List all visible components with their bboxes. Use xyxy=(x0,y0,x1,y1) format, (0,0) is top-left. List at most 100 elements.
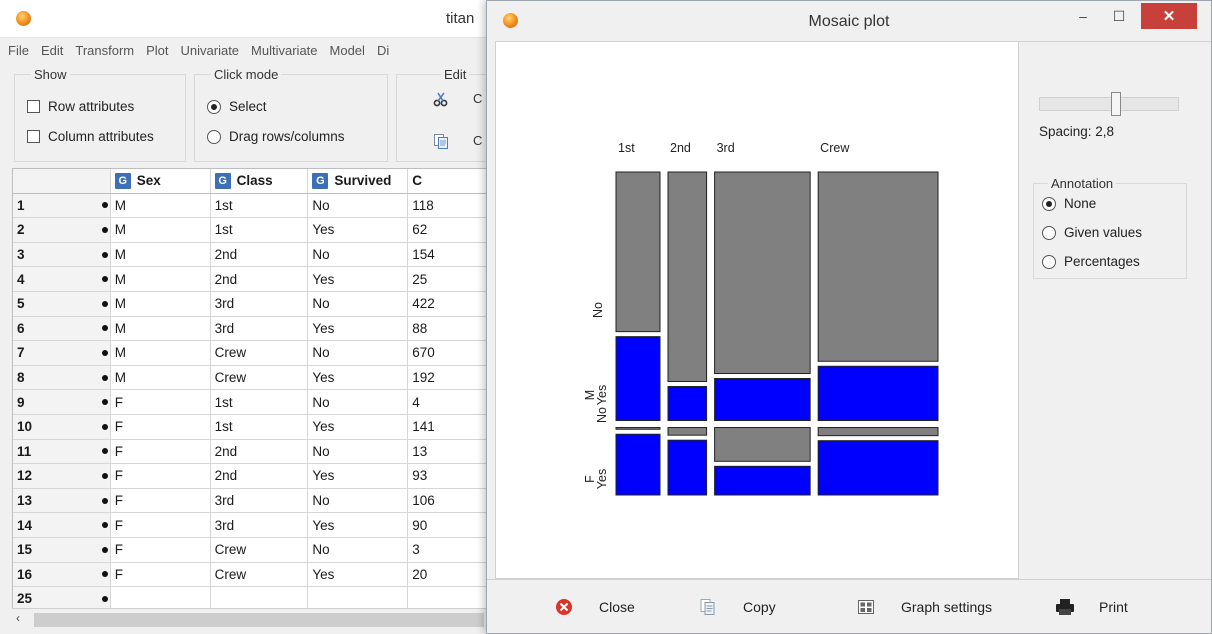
cell-survived[interactable]: No xyxy=(308,341,409,365)
annotation-given-option[interactable]: Given values xyxy=(1042,225,1142,240)
table-row[interactable]: 3 M 2nd No 154 xyxy=(13,242,488,268)
cell-sex[interactable]: M xyxy=(111,291,211,316)
cell-count[interactable]: 90 xyxy=(408,513,488,537)
drag-radio[interactable] xyxy=(207,129,221,144)
cell-class[interactable]: 1st xyxy=(211,390,309,414)
cell-sex[interactable]: F xyxy=(111,488,211,513)
graph-settings-button[interactable]: Graph settings xyxy=(857,594,992,620)
row-index[interactable]: 7 xyxy=(13,341,111,365)
minimize-button[interactable]: – xyxy=(1069,3,1097,29)
scroll-left-icon[interactable]: ‹ xyxy=(16,611,20,625)
cell-survived[interactable]: Yes xyxy=(308,464,409,488)
cell-count[interactable]: 25 xyxy=(408,267,488,291)
table-row[interactable]: 13 F 3rd No 106 xyxy=(13,488,488,514)
cell-sex[interactable]: M xyxy=(111,316,211,341)
cell-sex[interactable]: M xyxy=(111,193,211,218)
row-index[interactable]: 4 xyxy=(13,267,111,291)
annotation-given-radio[interactable] xyxy=(1042,225,1056,240)
table-row[interactable]: 15 F Crew No 3 xyxy=(13,537,488,563)
cell-sex[interactable]: F xyxy=(111,464,211,488)
cell-survived[interactable] xyxy=(308,587,409,608)
cell-sex[interactable]: F xyxy=(111,414,211,439)
cell-sex[interactable]: M xyxy=(111,341,211,365)
menu-model[interactable]: Model xyxy=(330,43,365,58)
row-index[interactable]: 13 xyxy=(13,488,111,513)
cell-class[interactable]: 3rd xyxy=(211,316,309,341)
menu-transform[interactable]: Transform xyxy=(75,43,134,58)
cell-class[interactable]: 1st xyxy=(211,193,309,218)
row-index[interactable]: 16 xyxy=(13,562,111,587)
print-button[interactable]: Print xyxy=(1055,594,1128,620)
horizontal-scrollbar[interactable]: ‹ xyxy=(12,608,488,630)
column-header-survived[interactable]: G Survived xyxy=(308,169,409,193)
cell-survived[interactable]: Yes xyxy=(308,218,409,242)
table-row[interactable]: 14 F 3rd Yes 90 xyxy=(13,513,488,538)
column-header-sex[interactable]: G Sex xyxy=(111,169,211,193)
row-index[interactable]: 9 xyxy=(13,390,111,414)
cell-sex[interactable] xyxy=(111,587,211,608)
cell-sex[interactable]: F xyxy=(111,390,211,414)
column-header-count[interactable]: C xyxy=(408,169,488,193)
row-index[interactable]: 1 xyxy=(13,193,111,218)
row-index[interactable]: 10 xyxy=(13,414,111,439)
cell-class[interactable] xyxy=(211,587,309,608)
cell-class[interactable]: 1st xyxy=(211,414,309,439)
row-index[interactable]: 8 xyxy=(13,365,111,390)
table-row[interactable]: 8 M Crew Yes 192 xyxy=(13,365,488,391)
cell-class[interactable]: Crew xyxy=(211,562,309,587)
table-row[interactable]: 7 M Crew No 670 xyxy=(13,341,488,366)
cell-count[interactable]: 13 xyxy=(408,440,488,464)
cell-survived[interactable]: No xyxy=(308,537,409,562)
table-row[interactable]: 25 xyxy=(13,587,488,608)
row-index[interactable]: 12 xyxy=(13,464,111,488)
spacing-slider[interactable] xyxy=(1039,97,1179,111)
column-header-class[interactable]: G Class xyxy=(211,169,309,193)
cell-survived[interactable]: No xyxy=(308,488,409,513)
row-index[interactable]: 25 xyxy=(13,587,111,608)
row-index[interactable]: 3 xyxy=(13,242,111,267)
table-row[interactable]: 6 M 3rd Yes 88 xyxy=(13,316,488,342)
menu-univariate[interactable]: Univariate xyxy=(181,43,240,58)
cell-count[interactable]: 20 xyxy=(408,563,488,587)
cell-sex[interactable]: M xyxy=(111,267,211,291)
cell-count[interactable]: 88 xyxy=(408,317,488,341)
select-option[interactable]: Select xyxy=(207,99,267,114)
cell-class[interactable]: 2nd xyxy=(211,242,309,267)
cell-count[interactable]: 93 xyxy=(408,464,488,488)
annotation-none-option[interactable]: None xyxy=(1042,196,1096,211)
cell-count[interactable] xyxy=(408,587,488,608)
cell-class[interactable]: 3rd xyxy=(211,488,309,513)
maximize-button[interactable]: ☐ xyxy=(1105,3,1133,29)
cell-survived[interactable]: No xyxy=(308,439,409,464)
table-row[interactable]: 4 M 2nd Yes 25 xyxy=(13,267,488,292)
cell-survived[interactable]: No xyxy=(308,390,409,414)
spacing-slider-thumb[interactable] xyxy=(1111,92,1121,116)
cell-sex[interactable]: M xyxy=(111,218,211,242)
copy-icon[interactable] xyxy=(433,133,449,149)
row-index[interactable]: 6 xyxy=(13,316,111,341)
menu-plot[interactable]: Plot xyxy=(146,43,168,58)
annotation-percent-option[interactable]: Percentages xyxy=(1042,254,1140,269)
table-row[interactable]: 5 M 3rd No 422 xyxy=(13,291,488,317)
cell-count[interactable]: 118 xyxy=(408,194,488,218)
cell-sex[interactable]: F xyxy=(111,537,211,562)
cell-count[interactable]: 422 xyxy=(408,292,488,316)
cell-sex[interactable]: F xyxy=(111,513,211,537)
cell-survived[interactable]: Yes xyxy=(308,414,409,439)
window-close-button[interactable]: ✕ xyxy=(1141,3,1197,29)
menu-edit[interactable]: Edit xyxy=(41,43,63,58)
row-index[interactable]: 11 xyxy=(13,439,111,464)
copy-button[interactable]: Copy xyxy=(699,594,776,620)
cell-class[interactable]: 2nd xyxy=(211,439,309,464)
data-grid[interactable]: G Sex G Class G Survived C 1 M 1st No 118 2 M 1st Y… xyxy=(12,168,488,608)
cell-sex[interactable]: F xyxy=(111,562,211,587)
cell-count[interactable]: 106 xyxy=(408,489,488,513)
drag-option[interactable]: Drag rows/columns xyxy=(207,129,345,144)
cell-survived[interactable]: Yes xyxy=(308,267,409,291)
cell-count[interactable]: 3 xyxy=(408,538,488,562)
cell-class[interactable]: 1st xyxy=(211,218,309,242)
menu-di[interactable]: Di xyxy=(377,43,389,58)
column-attributes-checkbox[interactable] xyxy=(27,130,40,143)
cell-count[interactable]: 4 xyxy=(408,390,488,414)
cell-class[interactable]: 2nd xyxy=(211,267,309,291)
